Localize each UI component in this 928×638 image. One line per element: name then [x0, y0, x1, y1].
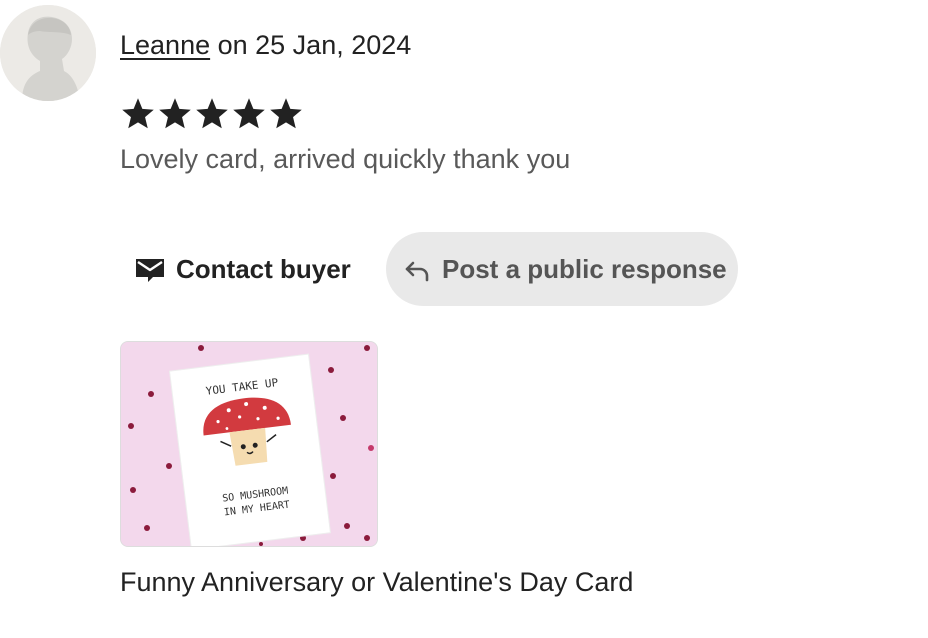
post-public-response-label: Post a public response	[442, 253, 727, 284]
star-icon	[159, 98, 191, 129]
contact-buyer-button[interactable]: Contact buyer	[120, 232, 368, 306]
item-title[interactable]: Funny Anniversary or Valentine's Day Car…	[120, 567, 633, 598]
star-icon	[196, 98, 228, 129]
star-icon	[233, 98, 265, 129]
review-text: Lovely card, arrived quickly thank you	[120, 144, 571, 174]
review-header: Leanne on 25 Jan, 2024	[120, 30, 411, 61]
star-icon	[122, 98, 154, 129]
item-thumbnail[interactable]: YOU TAKE UP SO MUSHROOM IN MY HEART	[120, 341, 378, 547]
review-date: on 25 Jan, 2024	[210, 30, 412, 60]
envelope-icon	[136, 259, 164, 282]
product-image: YOU TAKE UP SO MUSHROOM IN MY HEART	[121, 342, 377, 546]
star-rating	[120, 96, 304, 132]
star-icon	[270, 98, 302, 129]
post-public-response-button[interactable]: Post a public response	[386, 232, 738, 306]
avatar	[0, 5, 96, 101]
reviewer-name-link[interactable]: Leanne	[120, 30, 210, 60]
contact-buyer-label: Contact buyer	[176, 253, 351, 284]
reply-arrow-icon	[405, 261, 429, 282]
default-avatar-icon	[0, 5, 96, 101]
